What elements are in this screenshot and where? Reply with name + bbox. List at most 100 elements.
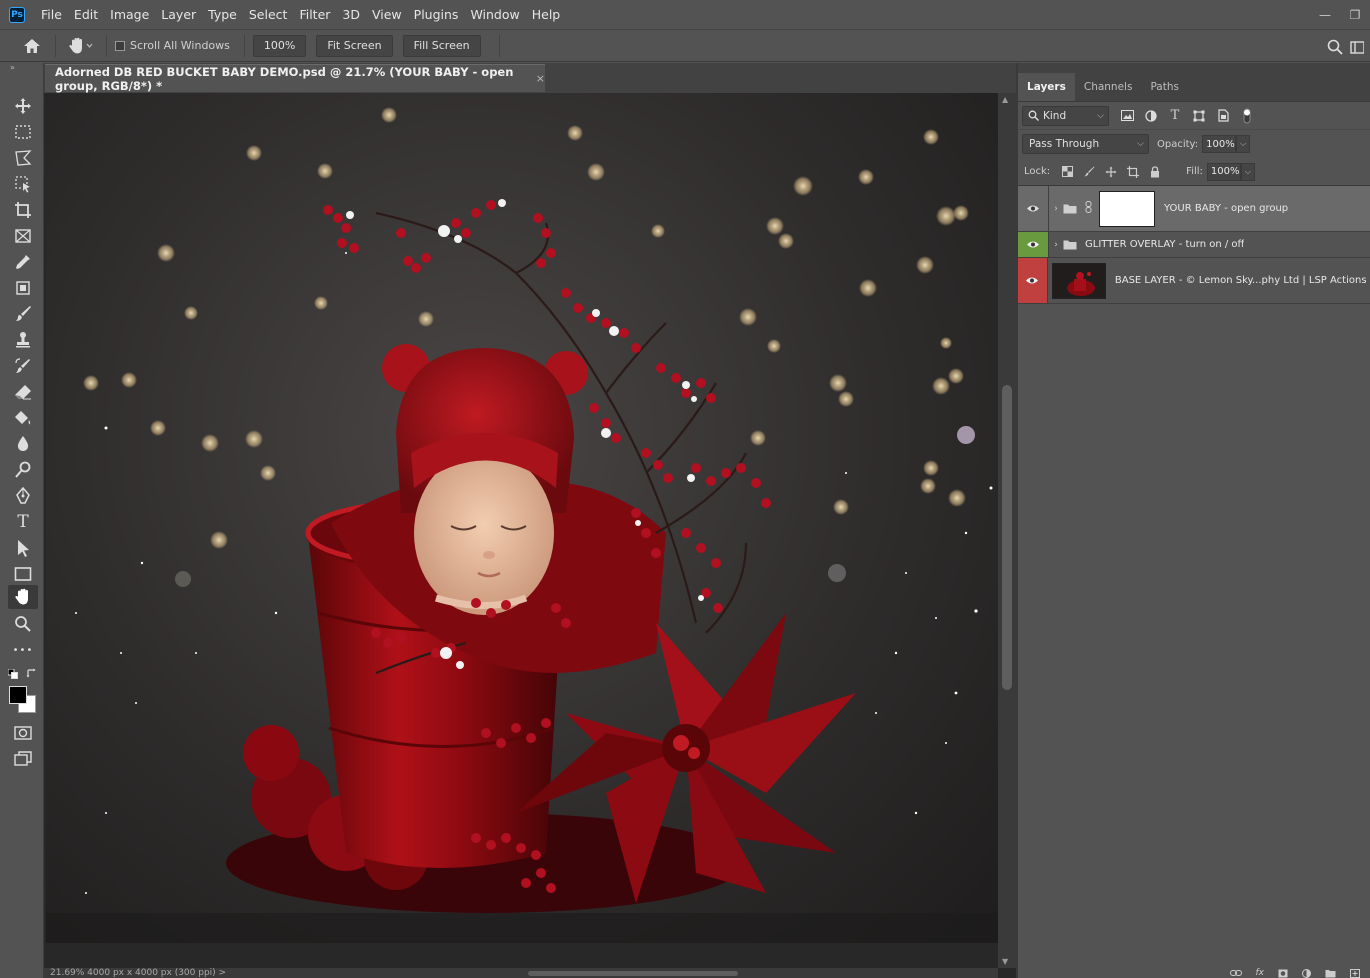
quick-mask-button[interactable] (11, 722, 35, 744)
layer-row-your-baby[interactable]: › YOUR BABY - open group (1018, 186, 1370, 232)
crop-tool[interactable] (11, 199, 35, 221)
filter-shape-button[interactable] (1187, 106, 1211, 126)
eyedropper-tool[interactable] (11, 251, 35, 273)
blur-tool[interactable] (11, 433, 35, 455)
brush-tool[interactable] (11, 303, 35, 325)
minimize-button[interactable]: — (1310, 0, 1340, 29)
zoom-100-button[interactable]: 100% (252, 34, 307, 57)
menu-type[interactable]: Type (202, 0, 243, 29)
zoom-tool[interactable] (11, 613, 35, 635)
screen-mode-button[interactable] (11, 748, 35, 770)
blend-mode-select[interactable]: Pass Through ⌵ (1022, 134, 1149, 154)
tab-layers[interactable]: Layers (1018, 73, 1075, 101)
fit-screen-button[interactable]: Fit Screen (316, 34, 393, 57)
lasso-tool[interactable] (11, 147, 35, 169)
menu-help[interactable]: Help (526, 0, 567, 29)
document-canvas[interactable] (46, 93, 998, 943)
restore-button[interactable]: ❐ (1340, 0, 1370, 29)
photoshop-logo[interactable]: Ps (9, 6, 25, 23)
menu-view[interactable]: View (366, 0, 408, 29)
link-icon[interactable] (1085, 201, 1095, 216)
layer-visibility-toggle[interactable] (1018, 186, 1048, 231)
eraser-tool[interactable] (11, 381, 35, 403)
dodge-tool[interactable] (11, 459, 35, 481)
filter-toggle-button[interactable] (1235, 106, 1259, 126)
lock-artboard-button[interactable] (1122, 163, 1144, 181)
fill-screen-button[interactable]: Fill Screen (402, 34, 481, 57)
move-tool[interactable] (11, 95, 35, 117)
fill-field[interactable]: 100% (1206, 162, 1241, 181)
filter-pixel-button[interactable] (1115, 106, 1139, 126)
dodge-icon (15, 461, 31, 478)
menu-edit[interactable]: Edit (68, 0, 104, 29)
vertical-scroll-thumb[interactable] (1002, 385, 1012, 690)
scroll-down-arrow[interactable]: ▼ (1002, 957, 1008, 966)
lock-transparent-button[interactable] (1056, 163, 1078, 181)
filter-adjustment-button[interactable] (1139, 106, 1163, 126)
paint-bucket-tool[interactable] (11, 407, 35, 429)
menu-3d[interactable]: 3D (336, 0, 366, 29)
layer-visibility-toggle[interactable] (1018, 258, 1047, 303)
scroll-up-arrow[interactable]: ▲ (1002, 95, 1008, 104)
opacity-dropdown-button[interactable]: ⌵ (1236, 135, 1251, 153)
menu-window[interactable]: Window (464, 0, 525, 29)
path-select-tool[interactable] (11, 537, 35, 559)
history-brush-tool[interactable] (11, 355, 35, 377)
fx-button[interactable]: fx (1256, 968, 1265, 978)
foreground-color-swatch[interactable] (9, 686, 27, 704)
layer-mask-thumbnail[interactable] (1099, 190, 1155, 227)
object-select-tool[interactable] (11, 173, 35, 195)
fill-dropdown-button[interactable]: ⌵ (1240, 162, 1255, 181)
layer-row-glitter-overlay[interactable]: › GLITTER OVERLAY - turn on / off (1018, 232, 1370, 258)
mask-icon[interactable] (1278, 969, 1288, 978)
default-colors-button[interactable] (7, 668, 18, 682)
lock-all-button[interactable] (1144, 163, 1166, 181)
layer-kind-select[interactable]: Kind ⌵ (1022, 105, 1109, 126)
workspace-button[interactable] (1350, 32, 1370, 62)
rectangle-tool[interactable] (11, 563, 35, 585)
swap-colors-button[interactable] (26, 668, 37, 682)
more-tools-button[interactable]: ••• (11, 639, 35, 661)
horizontal-scroll-thumb[interactable] (528, 971, 738, 976)
type-tool[interactable]: T (11, 511, 35, 533)
search-button[interactable] (1320, 32, 1350, 62)
close-document-button[interactable]: × (536, 72, 545, 85)
filter-type-button[interactable]: T (1163, 106, 1187, 126)
menu-file[interactable]: File (35, 0, 68, 29)
scroll-all-windows-checkbox[interactable] (115, 40, 125, 51)
options-separator (243, 34, 245, 57)
marquee-tool[interactable] (11, 121, 35, 143)
tab-channels[interactable]: Channels (1075, 73, 1142, 101)
pen-tool[interactable] (11, 485, 35, 507)
layer-thumbnail[interactable] (1051, 262, 1106, 299)
menu-filter[interactable]: Filter (293, 0, 336, 29)
home-button[interactable] (17, 31, 47, 61)
adjustment-icon[interactable] (1302, 968, 1311, 978)
document-tab[interactable]: Adorned DB RED BUCKET BABY DEMO.psd @ 21… (45, 64, 545, 93)
menu-layer[interactable]: Layer (155, 0, 202, 29)
menu-image[interactable]: Image (104, 0, 155, 29)
new-layer-icon[interactable] (1350, 968, 1360, 978)
lock-pixels-button[interactable] (1078, 163, 1100, 181)
expand-group-arrow[interactable]: › (1049, 240, 1063, 250)
hand-tool[interactable] (8, 585, 38, 609)
vertical-scrollbar[interactable]: ▲ ▼ (998, 93, 1016, 968)
group-icon[interactable] (1325, 969, 1336, 978)
stamp-tool[interactable] (11, 329, 35, 351)
status-text: 21.69% 4000 px x 4000 px (300 ppi) > (50, 968, 227, 978)
lock-position-button[interactable] (1100, 163, 1122, 181)
opacity-field[interactable]: 100% (1202, 135, 1237, 153)
filter-smart-object-button[interactable] (1211, 106, 1235, 126)
tool-preset-picker[interactable] (64, 33, 98, 59)
tab-paths[interactable]: Paths (1141, 73, 1188, 101)
frame-tool[interactable] (11, 225, 35, 247)
menu-plugins[interactable]: Plugins (408, 0, 465, 29)
layer-row-base-layer[interactable]: BASE LAYER - © Lemon Sky...phy Ltd | LSP… (1018, 258, 1370, 304)
frame-select-tool[interactable] (11, 277, 35, 299)
link-icon[interactable] (1229, 969, 1242, 977)
menu-select[interactable]: Select (243, 0, 294, 29)
collapse-toolbar-button[interactable]: » (0, 63, 43, 75)
eraser-icon (15, 385, 31, 400)
expand-group-arrow[interactable]: › (1049, 204, 1063, 214)
layer-visibility-toggle[interactable] (1018, 232, 1048, 257)
